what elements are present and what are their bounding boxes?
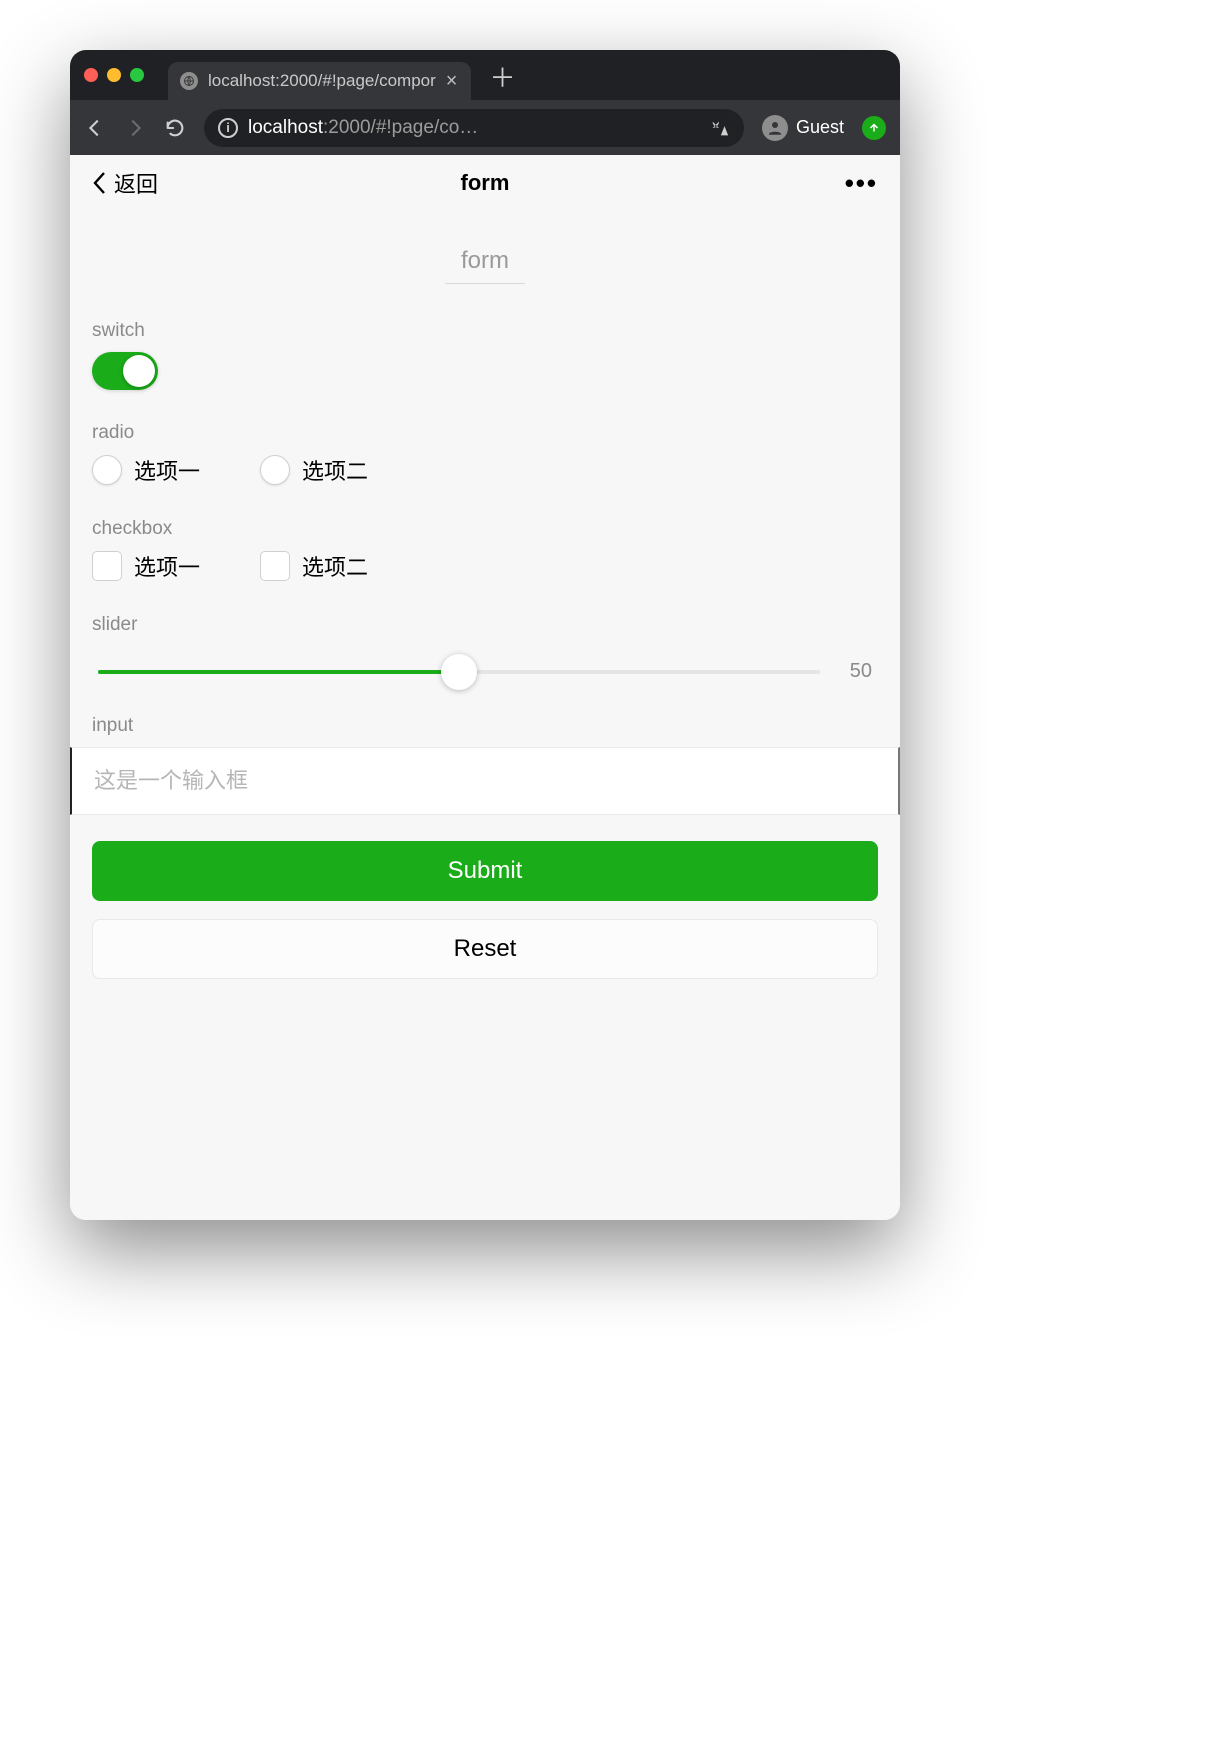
slider-fill [98, 670, 459, 674]
url-text: localhost:2000/#!page/co… [248, 117, 478, 139]
browser-window: localhost:2000/#!page/compor × ＋ i local… [70, 50, 900, 1220]
maximize-window-button[interactable] [130, 68, 144, 82]
slider-label: slider [92, 614, 878, 636]
more-button[interactable]: ••• [845, 168, 878, 199]
slider[interactable]: 50 [92, 646, 878, 683]
checkbox-icon [260, 551, 290, 581]
section-checkbox: checkbox 选项一 选项二 [70, 494, 900, 590]
radio-icon [260, 455, 290, 485]
reset-button[interactable]: Reset [92, 919, 878, 979]
checkbox-icon [92, 551, 122, 581]
slider-thumb[interactable] [441, 654, 477, 690]
page-heading-text: form [461, 247, 509, 274]
submit-button[interactable]: Submit [92, 841, 878, 901]
button-area: Submit Reset [70, 815, 900, 979]
radio-icon [92, 455, 122, 485]
app-content: 返回 form ••• form switch radio 选项一 [70, 155, 900, 1220]
profile-label: Guest [796, 117, 844, 138]
app-header: 返回 form ••• [70, 155, 900, 211]
close-window-button[interactable] [84, 68, 98, 82]
titlebar: localhost:2000/#!page/compor × ＋ [70, 50, 900, 100]
slider-value: 50 [842, 660, 872, 683]
url-path: :2000/#!page/co… [323, 117, 478, 138]
checkbox-option-label: 选项二 [302, 550, 368, 582]
submit-button-label: Submit [448, 857, 523, 885]
checkbox-option-label: 选项一 [134, 550, 200, 582]
text-input[interactable] [70, 747, 900, 815]
radio-option-2[interactable]: 选项二 [260, 454, 368, 486]
page-title: form [70, 170, 900, 196]
tab-title: localhost:2000/#!page/compor [208, 71, 436, 91]
slider-track[interactable] [98, 670, 820, 674]
profile-button[interactable]: Guest [762, 115, 844, 141]
checkbox-group: 选项一 选项二 [92, 550, 878, 582]
url-host: localhost [248, 117, 323, 138]
heading-underline [445, 283, 525, 284]
extension-badge[interactable] [862, 116, 886, 140]
radio-group: 选项一 选项二 [92, 454, 878, 486]
checkbox-label: checkbox [92, 518, 878, 540]
switch-knob [123, 355, 155, 387]
address-bar[interactable]: i localhost:2000/#!page/co… [204, 109, 744, 147]
input-label: input [92, 715, 878, 737]
switch-label: switch [92, 320, 878, 342]
section-switch: switch [70, 296, 900, 398]
translate-icon[interactable] [708, 117, 730, 139]
section-slider: slider 50 [70, 590, 900, 691]
close-tab-button[interactable]: × [446, 71, 458, 91]
window-controls [84, 68, 144, 82]
minimize-window-button[interactable] [107, 68, 121, 82]
switch-toggle[interactable] [92, 352, 158, 390]
radio-option-label: 选项一 [134, 454, 200, 486]
back-button[interactable]: 返回 [92, 167, 158, 199]
back-label: 返回 [114, 167, 158, 199]
globe-icon [180, 72, 198, 90]
page-heading: form [70, 211, 900, 296]
section-input: input [70, 691, 900, 747]
section-radio: radio 选项一 选项二 [70, 398, 900, 494]
site-info-icon[interactable]: i [218, 118, 238, 138]
checkbox-option-2[interactable]: 选项二 [260, 550, 368, 582]
radio-option-1[interactable]: 选项一 [92, 454, 200, 486]
radio-option-label: 选项二 [302, 454, 368, 486]
reset-button-label: Reset [454, 935, 517, 963]
radio-label: radio [92, 422, 878, 444]
new-tab-button[interactable]: ＋ [489, 58, 515, 95]
browser-tab[interactable]: localhost:2000/#!page/compor × [168, 62, 471, 100]
browser-toolbar: i localhost:2000/#!page/co… Guest [70, 100, 900, 155]
nav-back-button[interactable] [84, 117, 106, 139]
reload-button[interactable] [164, 117, 186, 139]
checkbox-option-1[interactable]: 选项一 [92, 550, 200, 582]
avatar-icon [762, 115, 788, 141]
nav-forward-button[interactable] [124, 117, 146, 139]
